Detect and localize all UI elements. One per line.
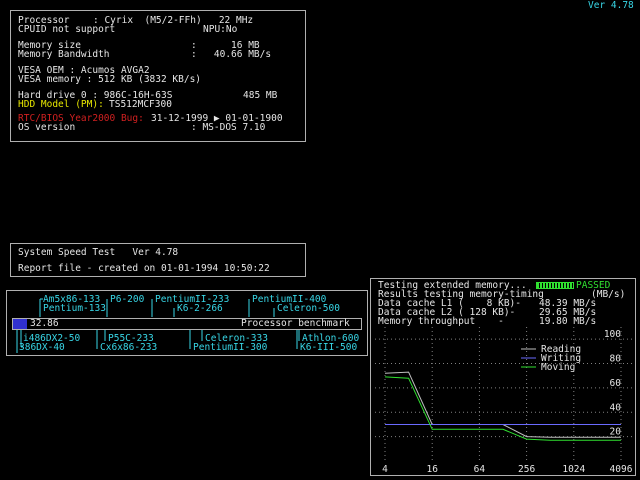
memory-timing-chart: 100806040204 16 64 256 1024 4096ReadingWritin… [375,327,633,475]
system-info-panel: Processor : Cyrix (M5/2-FFh) 22 MHz CPUI… [10,10,306,142]
processor-benchmark-panel: Am5x86-133 P6-200 PentiumII-233 PentiumI… [6,290,368,356]
speed-test-title: System Speed Test Ver 4.78 [18,247,179,258]
x-tick-16: 16 [426,464,438,475]
x-tick-4096: 4096 [610,464,633,475]
memory-bandwidth-label: Memory Bandwidth [18,49,110,60]
speed-test-panel: System Speed Test Ver 4.78 Report file -… [10,243,306,277]
benchmark-caption: Processor benchmark [241,318,350,329]
npu-text: NPU:No [203,24,238,35]
y-tick-80: 80 [610,354,622,365]
x-tick-4: 4 [382,464,388,475]
os-version-value: : MS-DOS 7.10 [191,122,266,133]
hard-drive-size: 485 MB [243,90,278,101]
version-label: Ver 4.78 [588,0,634,11]
y-tick-20: 20 [610,427,622,438]
benchmark-score: 32.86 [30,318,59,329]
y-tick-60: 60 [610,378,622,389]
bench-pentiumii-300: PentiumII-300 [193,342,268,353]
benchmark-bar-track: 32.86 Processor benchmark [12,318,362,330]
legend-moving: Moving [541,362,575,373]
report-file-text: Report file - created on 01-01-1994 10:5… [18,263,270,274]
x-tick-256: 256 [518,464,535,475]
bench-386dx-40: 386DX-40 [19,342,65,353]
memory-bandwidth-value: : 40.66 MB/s [191,49,272,60]
cpuid-text: CPUID not support [18,24,116,35]
benchmark-bar-fill [13,319,27,329]
x-tick-64: 64 [474,464,486,475]
os-version-label: OS version [18,122,76,133]
bench-k6-iii-500: K6-III-500 [300,342,358,353]
x-tick-1024: 1024 [562,464,585,475]
bench-cx6x86-233: Cx6x86-233 [100,342,158,353]
y-tick-100: 100 [604,329,621,340]
hdd-model-value: TS512MCF300 [109,99,172,110]
y-tick-40: 40 [610,402,622,413]
vesa-memory-text: VESA memory : 512 KB (3832 KB/s) [18,74,202,85]
series-moving [384,376,621,441]
memory-test-panel: Testing extended memory... PASSED Result… [370,278,636,476]
hdd-model-label: HDD Model (PM): [18,99,104,110]
